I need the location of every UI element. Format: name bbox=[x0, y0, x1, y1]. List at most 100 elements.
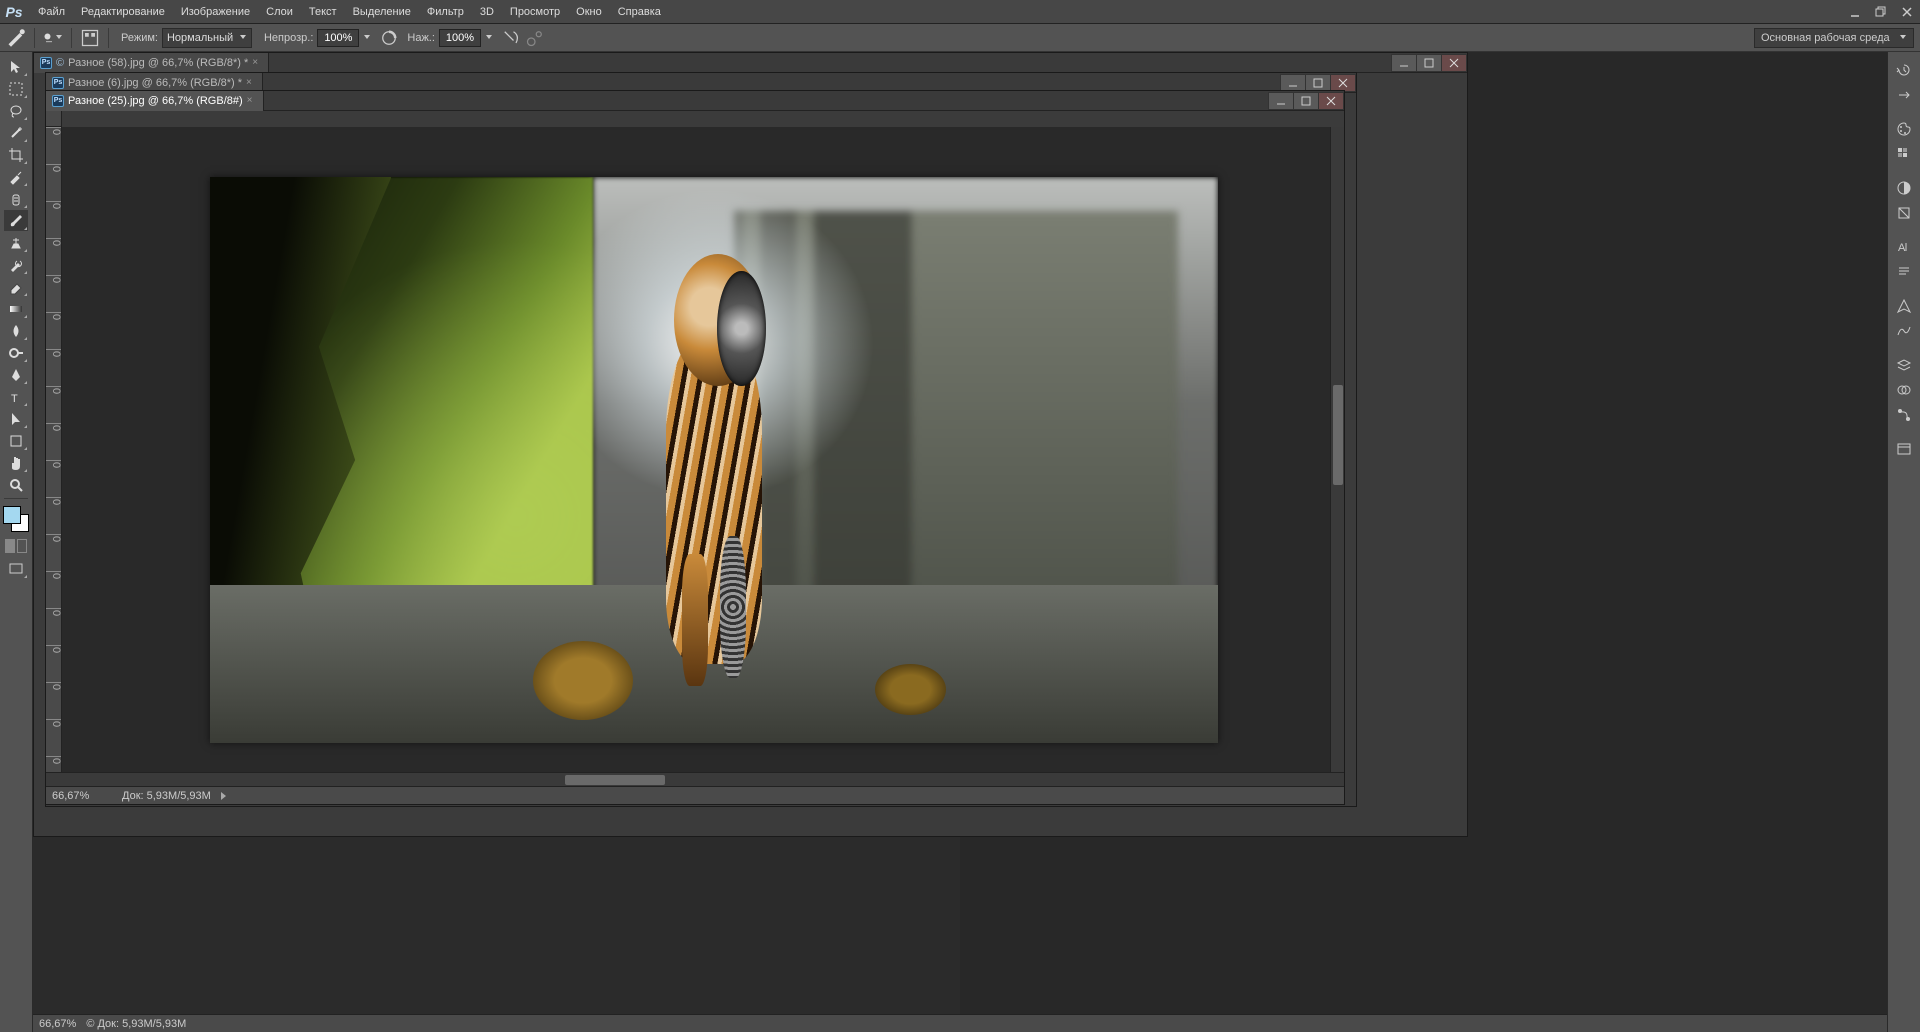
menu-image[interactable]: Изображение bbox=[175, 2, 256, 22]
dodge-tool[interactable] bbox=[4, 342, 28, 363]
lasso-tool[interactable] bbox=[4, 100, 28, 121]
chevron-down-icon bbox=[55, 32, 63, 44]
color-swatches[interactable] bbox=[3, 506, 29, 532]
menu-edit[interactable]: Редактирование bbox=[75, 2, 171, 22]
right-panel-strip: A bbox=[1887, 52, 1920, 1032]
hand-tool[interactable] bbox=[4, 452, 28, 473]
horizontal-scrollbar[interactable] bbox=[46, 772, 1344, 786]
workspace-switcher[interactable]: Основная рабочая среда bbox=[1754, 28, 1914, 48]
quick-mask-toggle[interactable] bbox=[4, 539, 28, 557]
menu-file[interactable]: Файл bbox=[32, 2, 71, 22]
menu-help[interactable]: Справка bbox=[612, 2, 667, 22]
actions-panel-icon[interactable] bbox=[1892, 83, 1916, 107]
canvas-viewport[interactable] bbox=[62, 127, 1330, 772]
zoom-level-input[interactable]: 66,67% bbox=[39, 1018, 76, 1030]
window-system-buttons bbox=[1842, 2, 1920, 22]
channels-panel-icon[interactable] bbox=[1892, 378, 1916, 402]
menu-layers[interactable]: Слои bbox=[260, 2, 299, 22]
color-panel-icon[interactable] bbox=[1892, 117, 1916, 141]
pen-tool[interactable] bbox=[4, 364, 28, 385]
document-tab-inner[interactable]: Ps Разное (25).jpg @ 66,7% (RGB/8#) × bbox=[46, 91, 264, 111]
healing-brush-tool[interactable] bbox=[4, 188, 28, 209]
layers-panel-icon[interactable] bbox=[1892, 353, 1916, 377]
airbrush-icon[interactable] bbox=[501, 28, 521, 48]
close-tab-icon[interactable]: × bbox=[252, 57, 258, 68]
doc-minimize-button[interactable] bbox=[1280, 74, 1306, 92]
doc-maximize-button[interactable] bbox=[1293, 92, 1319, 110]
styles-panel-icon[interactable] bbox=[1892, 201, 1916, 225]
properties-panel-icon[interactable] bbox=[1892, 437, 1916, 461]
doc-size-label: © Док: 5,93M/5,93M bbox=[86, 1018, 186, 1030]
tool-preset-icon[interactable] bbox=[6, 28, 26, 48]
close-tab-icon[interactable]: × bbox=[247, 95, 253, 106]
pressure-size-icon[interactable] bbox=[525, 28, 545, 48]
eyedropper-tool[interactable] bbox=[4, 166, 28, 187]
chevron-down-icon bbox=[239, 32, 247, 44]
marquee-tool[interactable] bbox=[4, 78, 28, 99]
brush-tool[interactable] bbox=[4, 210, 28, 231]
chevron-down-icon[interactable] bbox=[363, 32, 371, 44]
foreground-color-swatch[interactable] bbox=[3, 506, 21, 524]
opacity-input[interactable]: 100% bbox=[317, 29, 359, 47]
pressure-opacity-icon[interactable] bbox=[379, 28, 399, 48]
ps-file-icon: Ps bbox=[40, 57, 52, 69]
swatches-panel-icon[interactable] bbox=[1892, 142, 1916, 166]
ps-file-icon: Ps bbox=[52, 95, 64, 107]
opacity-label: Непрозр.: bbox=[264, 32, 313, 44]
move-tool[interactable] bbox=[4, 56, 28, 77]
doc-minimize-button[interactable] bbox=[1268, 92, 1294, 110]
vertical-ruler[interactable]: 000000000000000000 bbox=[46, 127, 62, 772]
clone-stamp-tool[interactable] bbox=[4, 232, 28, 253]
ps-file-icon: Ps bbox=[52, 77, 64, 89]
blend-mode-dropdown[interactable]: Нормальный bbox=[162, 28, 252, 48]
doc-maximize-button[interactable] bbox=[1305, 74, 1331, 92]
crop-tool[interactable] bbox=[4, 144, 28, 165]
flow-input[interactable]: 100% bbox=[439, 29, 481, 47]
doc-close-button[interactable] bbox=[1441, 54, 1467, 72]
gradient-tool[interactable] bbox=[4, 298, 28, 319]
chevron-down-icon[interactable] bbox=[485, 32, 493, 44]
doc-maximize-button[interactable] bbox=[1416, 54, 1442, 72]
type-tool[interactable]: T bbox=[4, 386, 28, 407]
menu-window[interactable]: Окно bbox=[570, 2, 608, 22]
zoom-level-input[interactable]: 66,67% bbox=[52, 790, 112, 802]
menu-select[interactable]: Выделение bbox=[347, 2, 417, 22]
document-tab-outer[interactable]: Ps © Разное (58).jpg @ 66,7% (RGB/8*) * … bbox=[34, 53, 269, 73]
window-minimize-button[interactable] bbox=[1842, 2, 1868, 22]
screen-mode-button[interactable] bbox=[4, 558, 28, 579]
brush-preset-picker[interactable] bbox=[43, 28, 63, 48]
doc-close-button[interactable] bbox=[1318, 92, 1344, 110]
vertical-scrollbar[interactable] bbox=[1330, 127, 1344, 772]
doc-minimize-button[interactable] bbox=[1391, 54, 1417, 72]
brush-panel-icon[interactable] bbox=[80, 28, 100, 48]
navigator-panel-icon[interactable] bbox=[1892, 294, 1916, 318]
blur-tool[interactable] bbox=[4, 320, 28, 341]
artwork-image bbox=[210, 177, 1218, 743]
shape-tool[interactable] bbox=[4, 430, 28, 451]
ruler-origin[interactable] bbox=[46, 111, 62, 127]
magic-wand-tool[interactable] bbox=[4, 122, 28, 143]
character-panel-icon[interactable]: A bbox=[1892, 235, 1916, 259]
menu-type[interactable]: Текст bbox=[303, 2, 343, 22]
info-panel-icon[interactable] bbox=[1892, 319, 1916, 343]
menu-filter[interactable]: Фильтр bbox=[421, 2, 470, 22]
app-menubar: Ps Файл Редактирование Изображение Слои … bbox=[0, 0, 1920, 24]
window-restore-button[interactable] bbox=[1868, 2, 1894, 22]
paragraph-panel-icon[interactable] bbox=[1892, 260, 1916, 284]
path-selection-tool[interactable] bbox=[4, 408, 28, 429]
status-menu-icon[interactable] bbox=[221, 792, 226, 800]
menu-3d[interactable]: 3D bbox=[474, 2, 500, 22]
close-tab-icon[interactable]: × bbox=[246, 77, 252, 88]
history-brush-tool[interactable] bbox=[4, 254, 28, 275]
doc-close-button[interactable] bbox=[1330, 74, 1356, 92]
app-logo: Ps bbox=[0, 0, 28, 24]
window-close-button[interactable] bbox=[1894, 2, 1920, 22]
zoom-tool[interactable] bbox=[4, 474, 28, 495]
history-panel-icon[interactable] bbox=[1892, 58, 1916, 82]
eraser-tool[interactable] bbox=[4, 276, 28, 297]
canvas[interactable] bbox=[210, 177, 1218, 743]
paths-panel-icon[interactable] bbox=[1892, 403, 1916, 427]
menu-view[interactable]: Просмотр bbox=[504, 2, 566, 22]
document-area: Ps © Разное (58).jpg @ 66,7% (RGB/8*) * … bbox=[33, 52, 960, 1032]
adjustments-panel-icon[interactable] bbox=[1892, 176, 1916, 200]
